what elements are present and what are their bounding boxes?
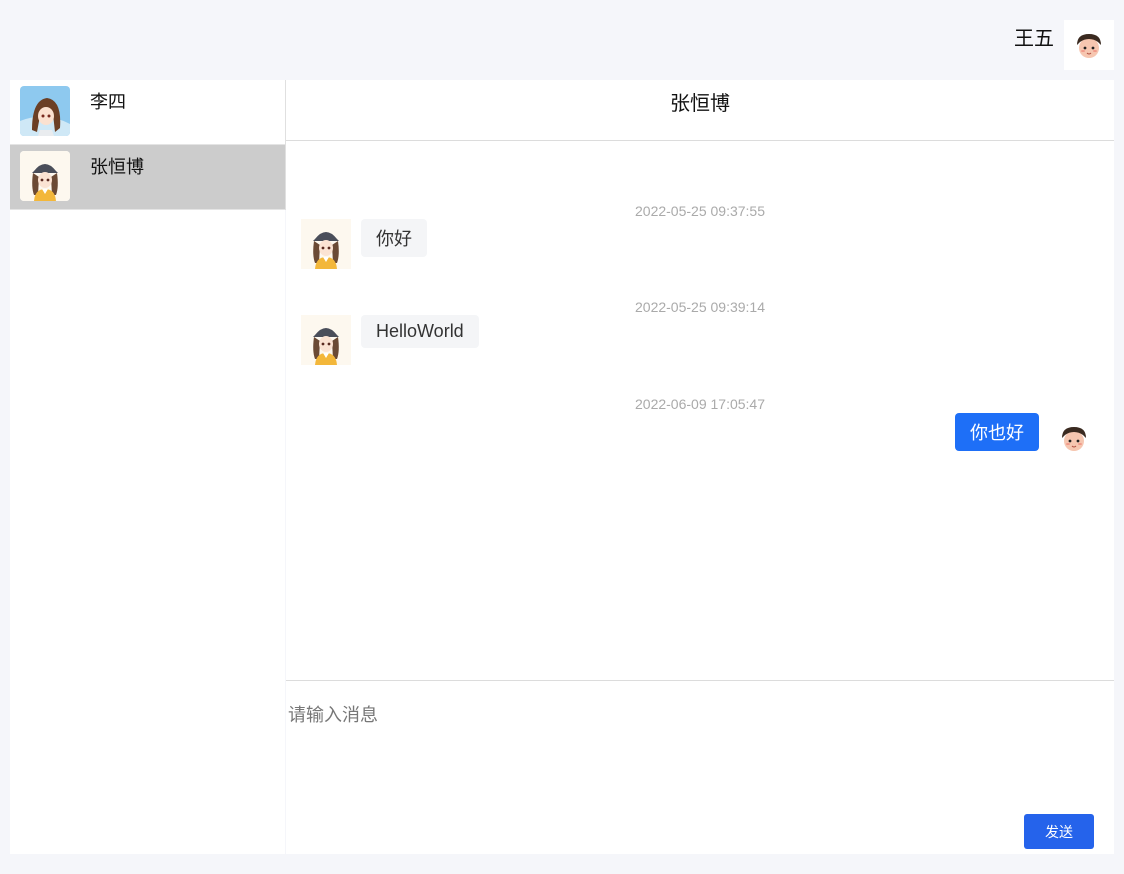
current-user-avatar[interactable] bbox=[1064, 20, 1114, 70]
contact-name: 张恒博 bbox=[90, 157, 144, 177]
message-bubble: 你好 bbox=[361, 219, 427, 257]
send-button[interactable]: 发送 bbox=[1024, 814, 1094, 849]
sender-avatar bbox=[1049, 413, 1099, 463]
chibi-boy-avatar-icon bbox=[1064, 20, 1114, 70]
contact-avatar bbox=[20, 151, 70, 201]
chibi-boy-avatar-icon bbox=[1049, 413, 1099, 463]
message-timestamp: 2022-05-25 09:39:14 bbox=[635, 299, 765, 315]
message-list[interactable]: 2022-05-25 09:37:55 你好 2022-05-25 09:39:… bbox=[286, 141, 1114, 680]
anime-girl-cap-avatar-icon bbox=[301, 315, 351, 365]
contact-item-lisi[interactable]: 李四 bbox=[10, 80, 285, 145]
message-bubble: 你也好 bbox=[955, 413, 1039, 451]
message-timestamp: 2022-05-25 09:37:55 bbox=[635, 203, 765, 219]
message-input[interactable] bbox=[286, 701, 1090, 791]
sender-avatar bbox=[301, 315, 351, 365]
message-input-area: 发送 bbox=[286, 680, 1114, 855]
contact-list: 李四 张恒博 bbox=[10, 80, 285, 854]
anime-girl-cap-avatar-icon bbox=[20, 151, 70, 201]
top-bar: 王五 bbox=[0, 0, 1124, 80]
chat-panel: 张恒博 2022-05-25 09:37:55 你好 2022-05-25 09… bbox=[286, 80, 1114, 854]
anime-girl-blue-avatar-icon bbox=[20, 86, 70, 136]
sender-avatar bbox=[301, 219, 351, 269]
contact-item-zhanghengbo[interactable]: 张恒博 bbox=[10, 145, 285, 210]
anime-girl-cap-avatar-icon bbox=[301, 219, 351, 269]
chat-title: 张恒博 bbox=[286, 80, 1114, 141]
current-user-name: 王五 bbox=[1014, 28, 1054, 50]
contact-avatar bbox=[20, 86, 70, 136]
message-bubble: HelloWorld bbox=[361, 315, 479, 348]
contact-name: 李四 bbox=[90, 92, 126, 112]
message-timestamp: 2022-06-09 17:05:47 bbox=[635, 396, 765, 412]
